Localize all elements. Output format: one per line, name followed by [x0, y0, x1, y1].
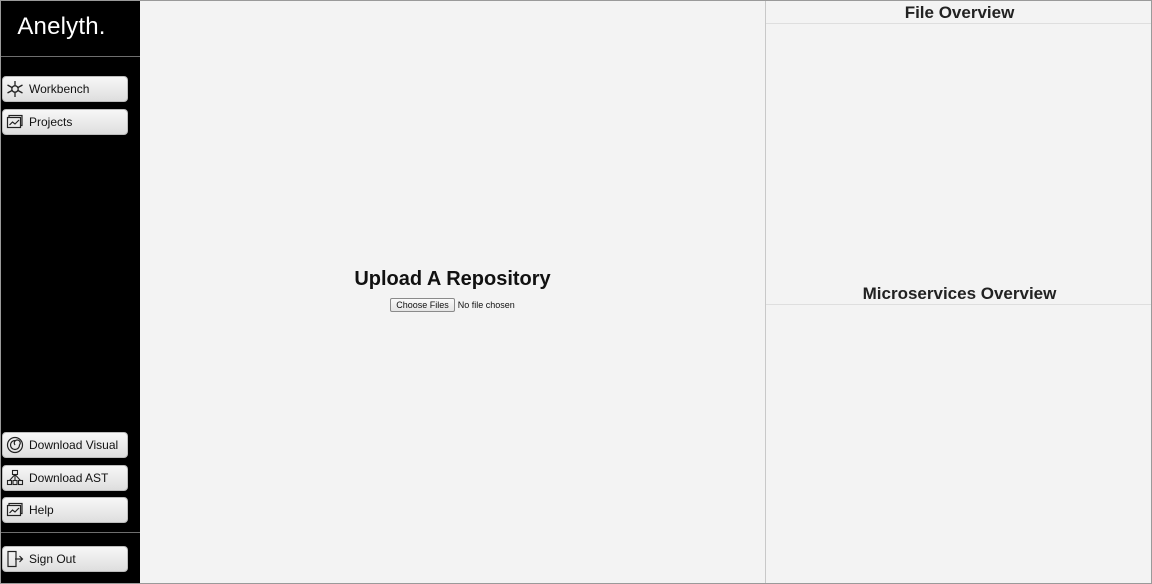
- download-visual-icon: [6, 436, 24, 454]
- sidebar-item-download-ast[interactable]: Download AST: [2, 465, 128, 491]
- sidebar-item-label: Download AST: [29, 471, 109, 485]
- file-input: Choose Files No file chosen: [140, 298, 765, 312]
- file-overview-divider: [766, 23, 1151, 24]
- overview-panel: File Overview Microservices Overview: [765, 1, 1151, 583]
- choose-files-button[interactable]: Choose Files: [390, 298, 455, 312]
- sidebar-item-download-visual[interactable]: Download Visual: [2, 432, 128, 458]
- sidebar: Anelyth. Workbench Projects Download Vis…: [1, 1, 140, 583]
- download-ast-icon: [6, 469, 24, 487]
- sidebar-item-label: Sign Out: [29, 552, 76, 566]
- app-window: Anelyth. Workbench Projects Download Vis…: [0, 0, 1152, 584]
- sidebar-divider-bottom: [1, 532, 140, 533]
- sidebar-item-workbench[interactable]: Workbench: [2, 76, 128, 102]
- microservices-overview-title: Microservices Overview: [862, 284, 1057, 303]
- projects-icon: [6, 113, 24, 131]
- upload-title: Upload A Repository: [354, 268, 551, 290]
- sign-out-button[interactable]: Sign Out: [2, 546, 128, 572]
- sidebar-item-label: Help: [29, 503, 54, 517]
- microservices-overview-divider: [766, 304, 1151, 305]
- file-status: No file chosen: [457, 300, 515, 310]
- sign-out-icon: [6, 550, 24, 568]
- help-icon: [6, 501, 24, 519]
- sidebar-item-label: Download Visual: [29, 438, 119, 452]
- sidebar-item-help[interactable]: Help: [2, 497, 128, 523]
- file-overview-title: File Overview: [904, 3, 1015, 22]
- sidebar-divider-top: [1, 56, 140, 57]
- sidebar-item-label: Projects: [29, 115, 73, 129]
- sidebar-item-projects[interactable]: Projects: [2, 109, 128, 135]
- app-logo: Anelyth.: [17, 13, 106, 40]
- workbench-icon: [6, 80, 24, 98]
- sidebar-item-label: Workbench: [29, 82, 90, 96]
- upload-area: Upload A Repository Choose Files No file…: [140, 1, 765, 583]
